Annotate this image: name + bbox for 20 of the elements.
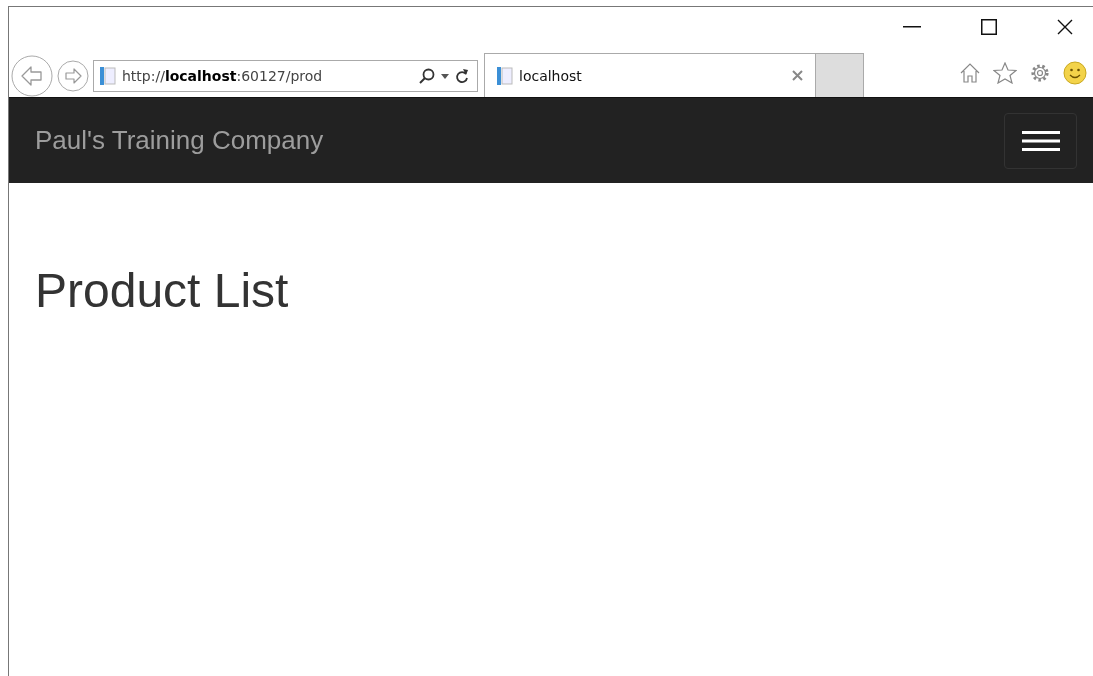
brand-link[interactable]: Paul's Training Company	[35, 125, 324, 156]
menu-icon	[1021, 130, 1060, 151]
url-text: http://localhost:60127/prod	[122, 68, 324, 84]
tab-close-icon[interactable]	[792, 70, 803, 81]
page-icon	[497, 66, 513, 85]
gear-icon[interactable]	[1029, 62, 1051, 84]
smiley-icon[interactable]	[1063, 61, 1087, 85]
page-heading: Product List	[35, 263, 290, 318]
address-field[interactable]: http://localhost:60127/prod	[93, 60, 478, 92]
browser-tab[interactable]: localhost	[484, 53, 816, 97]
page-icon	[100, 67, 116, 85]
close-icon[interactable]	[1057, 19, 1073, 35]
refresh-icon[interactable]	[455, 68, 469, 84]
home-icon[interactable]	[959, 62, 981, 84]
maximize-icon[interactable]	[981, 19, 997, 35]
menu-button[interactable]	[1004, 112, 1077, 169]
star-icon[interactable]	[993, 62, 1017, 84]
search-icon[interactable]	[419, 68, 435, 84]
caret-icon[interactable]	[441, 73, 449, 79]
minimize-icon[interactable]	[903, 26, 921, 28]
